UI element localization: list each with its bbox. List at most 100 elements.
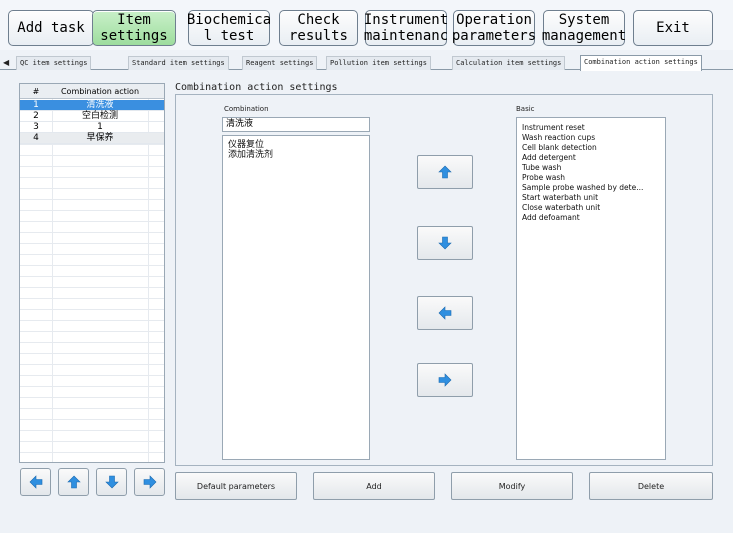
down-arrow-icon	[104, 475, 119, 489]
tab-reagent-settings[interactable]: Reagent settings	[242, 56, 318, 70]
right-arrow-icon	[438, 373, 452, 387]
combination-label: Combination	[224, 105, 269, 113]
row-name: 早保养	[86, 133, 114, 143]
tab-combination-action-settings[interactable]: Combination action settings	[580, 55, 702, 71]
move-down-button[interactable]	[417, 226, 473, 260]
row-name: 清洗液	[86, 100, 114, 110]
row-name: 空白检测	[81, 111, 118, 121]
table-grid-line	[20, 177, 164, 178]
combination-action-table[interactable]: # Combination action 1 清洗液 2 空白检测 3 1 4 …	[19, 83, 165, 463]
basic-list-item[interactable]: Tube wash	[522, 163, 561, 173]
tab-scroll-left-icon[interactable]: ◀	[3, 56, 9, 69]
table-grid-line	[20, 430, 164, 431]
combination-list-item[interactable]: 仪器复位	[228, 140, 264, 150]
table-move-down-button[interactable]	[96, 468, 127, 496]
up-arrow-icon	[438, 165, 452, 179]
move-right-button[interactable]	[417, 363, 473, 397]
default-parameters-button[interactable]: Default parameters	[175, 472, 297, 500]
table-grid-line	[20, 265, 164, 266]
table-grid-line	[20, 342, 164, 343]
table-grid-line	[20, 397, 164, 398]
table-grid-line	[20, 386, 164, 387]
basic-list-item[interactable]: Add defoamant	[522, 213, 580, 223]
left-arrow-icon	[438, 306, 452, 320]
table-row[interactable]: 1 清洗液	[20, 100, 164, 111]
table-grid-line	[20, 364, 164, 365]
delete-button[interactable]: Delete	[589, 472, 713, 500]
check-results-button[interactable]: Check results	[279, 10, 358, 46]
tab-pollution-item-settings[interactable]: Pollution item settings	[326, 56, 431, 70]
column-header-combination-action[interactable]: Combination action	[52, 84, 148, 99]
basic-list-item[interactable]: Wash reaction cups	[522, 133, 595, 143]
table-grid-line	[20, 441, 164, 442]
table-grid-line	[20, 276, 164, 277]
table-grid-line	[20, 188, 164, 189]
modify-button[interactable]: Modify	[451, 472, 573, 500]
table-header: # Combination action	[20, 84, 164, 99]
instrument-maintenance-button[interactable]: Instrument maintenanc	[364, 10, 448, 46]
table-grid-line	[20, 452, 164, 453]
table-row[interactable]: 2 空白检测	[20, 111, 164, 122]
table-move-right-button[interactable]	[134, 468, 165, 496]
table-grid-line	[20, 254, 164, 255]
basic-label: Basic	[516, 105, 535, 113]
left-arrow-icon	[29, 475, 42, 489]
add-task-button[interactable]: Add task	[8, 10, 94, 46]
tab-qc-item-settings[interactable]: QC item settings	[16, 56, 92, 70]
basic-action-list[interactable]: Instrument reset Wash reaction cups Cell…	[516, 117, 666, 460]
row-number: 4	[33, 133, 39, 143]
up-arrow-icon	[66, 475, 81, 489]
table-grid-line	[20, 309, 164, 310]
basic-list-item[interactable]: Close waterbath unit	[522, 203, 600, 213]
combination-name-field[interactable]: 清洗液	[222, 117, 370, 132]
table-grid-line	[20, 320, 164, 321]
right-arrow-icon	[143, 475, 156, 489]
main-toolbar: Add task Item settings Biochemica l test…	[0, 0, 733, 50]
table-grid-line	[20, 144, 164, 145]
tab-standard-item-settings[interactable]: Standard item settings	[128, 56, 229, 70]
biochemical-test-button[interactable]: Biochemica l test	[187, 10, 271, 46]
table-grid-line	[20, 199, 164, 200]
table-grid-line	[20, 243, 164, 244]
move-left-button[interactable]	[417, 296, 473, 330]
table-grid-line	[20, 210, 164, 211]
table-grid-line	[20, 298, 164, 299]
row-name: 1	[97, 122, 103, 132]
table-grid-line	[20, 419, 164, 420]
basic-list-item[interactable]: Sample probe washed by dete...	[522, 183, 643, 193]
combination-list[interactable]: 仪器复位 添加清洗剂	[222, 135, 370, 460]
row-number: 1	[33, 100, 39, 110]
column-header-number[interactable]: #	[20, 84, 52, 99]
tab-calculation-item-settings[interactable]: Calculation item settings	[452, 56, 566, 70]
table-grid-line	[20, 353, 164, 354]
tab-strip: ◀ QC item settings Standard item setting…	[0, 55, 733, 71]
table-grid-line	[20, 166, 164, 167]
operation-parameters-button[interactable]: Operation parameters	[452, 10, 536, 46]
move-up-button[interactable]	[417, 155, 473, 189]
table-move-left-button[interactable]	[20, 468, 51, 496]
basic-list-item[interactable]: Instrument reset	[522, 123, 585, 133]
basic-list-item[interactable]: Add detergent	[522, 153, 576, 163]
table-row[interactable]: 4 早保养	[20, 133, 164, 144]
basic-list-item[interactable]: Cell blank detection	[522, 143, 597, 153]
panel-title: Combination action settings	[175, 82, 338, 93]
table-grid-line	[20, 287, 164, 288]
table-grid-line	[20, 408, 164, 409]
row-number: 3	[33, 122, 39, 132]
system-management-button[interactable]: System management	[542, 10, 626, 46]
table-row[interactable]: 3 1	[20, 122, 164, 133]
table-grid-line	[20, 221, 164, 222]
basic-list-item[interactable]: Start waterbath unit	[522, 193, 598, 203]
table-grid-line	[20, 232, 164, 233]
basic-list-item[interactable]: Probe wash	[522, 173, 565, 183]
table-grid-line	[20, 375, 164, 376]
table-move-up-button[interactable]	[58, 468, 89, 496]
add-button[interactable]: Add	[313, 472, 435, 500]
table-grid-line	[20, 331, 164, 332]
down-arrow-icon	[438, 236, 452, 250]
exit-button[interactable]: Exit	[633, 10, 713, 46]
combination-list-item[interactable]: 添加清洗剂	[228, 150, 273, 160]
table-grid-line	[20, 155, 164, 156]
row-number: 2	[33, 111, 39, 121]
item-settings-button[interactable]: Item settings	[92, 10, 176, 46]
